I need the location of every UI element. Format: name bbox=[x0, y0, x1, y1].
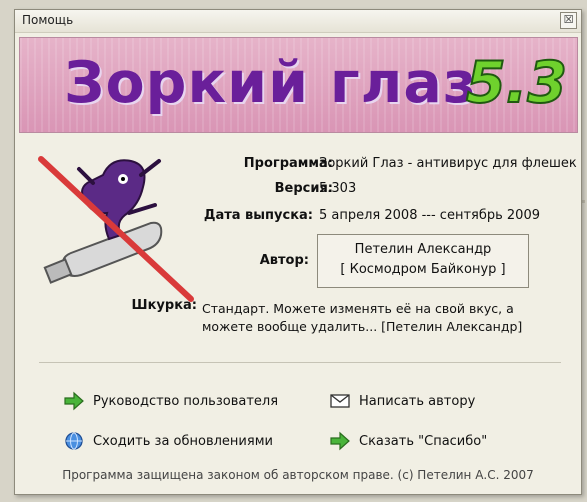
copyright-footer: Программа защищена законом об авторском … bbox=[62, 468, 534, 482]
skin-label: Шкурка: bbox=[131, 298, 197, 313]
program-value: Зоркий Глаз - антивирус для флешек bbox=[319, 156, 577, 171]
skin-description-line: можете вообще удалить... [Петелин Алекса… bbox=[202, 319, 523, 334]
window-title: Помощь bbox=[22, 13, 74, 27]
program-label: Программа: bbox=[243, 156, 333, 171]
close-button[interactable]: ☒ bbox=[560, 12, 577, 29]
version-label: Версия: bbox=[274, 181, 333, 196]
author-label: Автор: bbox=[259, 253, 309, 268]
say-thanks-label: Сказать "Спасибо" bbox=[359, 433, 488, 449]
version-value: 5.303 bbox=[319, 181, 357, 196]
banner-title: Зоркий глаз bbox=[64, 50, 477, 116]
check-updates-link[interactable]: Сходить за обновлениями bbox=[63, 431, 273, 451]
globe-icon bbox=[65, 432, 83, 450]
green-arrow-icon bbox=[330, 431, 350, 451]
green-arrow-icon bbox=[64, 391, 84, 411]
divider bbox=[39, 362, 561, 363]
user-manual-link[interactable]: Руководство пользователя bbox=[63, 391, 278, 411]
app-banner: Зоркий глаз 5.3 bbox=[19, 37, 578, 133]
close-icon: ☒ bbox=[563, 13, 574, 26]
skin-description-line: Стандарт. Можете изменять её на свой вку… bbox=[202, 301, 514, 316]
mascot-illustration bbox=[38, 156, 194, 302]
help-dialog: Помощь ☒ Зоркий глаз 5.3 Программа: Зорк… bbox=[14, 9, 582, 495]
say-thanks-link[interactable]: Сказать "Спасибо" bbox=[329, 431, 487, 451]
check-updates-label: Сходить за обновлениями bbox=[93, 433, 273, 449]
banner-version: 5.3 bbox=[465, 49, 568, 117]
envelope-icon bbox=[330, 394, 350, 408]
author-team: [ Космодром Байконур ] bbox=[340, 262, 506, 277]
release-date-label: Дата выпуска: bbox=[203, 208, 313, 223]
write-author-link[interactable]: Написать автору bbox=[329, 391, 475, 411]
title-bar: Помощь ☒ bbox=[15, 10, 581, 33]
author-name: Петелин Александр bbox=[354, 242, 492, 257]
author-box: Петелин Александр [ Космодром Байконур ] bbox=[317, 234, 529, 288]
release-date-value: 5 апреля 2008 --- сентябрь 2009 bbox=[319, 208, 540, 223]
write-author-label: Написать автору bbox=[359, 393, 476, 409]
user-manual-label: Руководство пользователя bbox=[93, 393, 279, 409]
skin-description: Стандарт. Можете изменять её на свой вку… bbox=[202, 300, 552, 336]
